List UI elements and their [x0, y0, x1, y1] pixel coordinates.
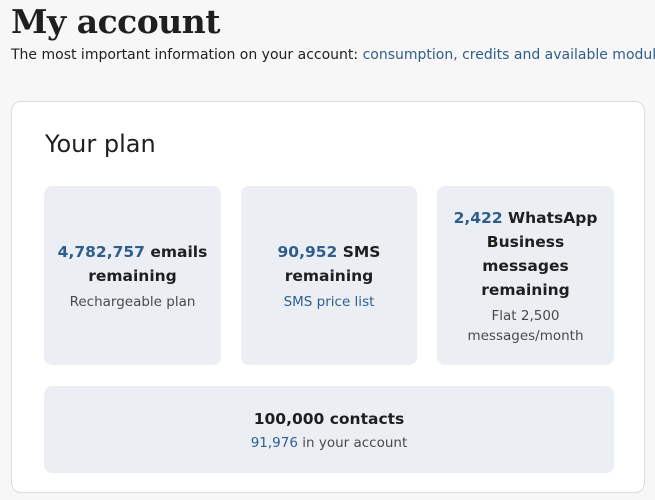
emails-plan-type: Rechargeable plan — [69, 293, 196, 310]
whatsapp-plan-type: Flat 2,500 messages/month — [467, 307, 584, 344]
sms-tile: 90,952 SMS remaining SMS price list — [241, 186, 417, 365]
contacts-limit: 100,000 contacts — [253, 409, 405, 428]
contacts-usage: 91,976 in your account — [251, 433, 408, 453]
sms-remaining: 90,952 SMS remaining — [253, 240, 405, 288]
account-info-link[interactable]: consumption, credits and available modul… — [363, 47, 655, 63]
whatsapp-tile: 2,422 WhatsApp Business messages remaini… — [437, 186, 614, 365]
page-title: My account — [11, 2, 221, 41]
contacts-count: 91,976 — [250, 434, 298, 451]
emails-count: 4,782,757 — [57, 242, 145, 261]
contacts-tile: 100,000 contacts 91,976 in your account — [44, 386, 614, 473]
subtitle-text: The most important information on your a… — [11, 47, 363, 63]
plan-title: Your plan — [45, 130, 156, 158]
page-subtitle: The most important information on your a… — [11, 45, 655, 65]
emails-tile: 4,782,757 emails remaining Rechargeable … — [44, 186, 221, 365]
emails-remaining: 4,782,757 emails remaining — [56, 240, 209, 288]
whatsapp-count: 2,422 — [453, 208, 503, 227]
plan-card: Your plan 4,782,757 emails remaining Rec… — [11, 101, 645, 493]
sms-price-list-link[interactable]: SMS price list — [284, 292, 375, 312]
contacts-suffix: in your account — [297, 434, 408, 451]
account-info-link-label: consumption, credits and available modul… — [362, 47, 655, 63]
whatsapp-remaining: 2,422 WhatsApp Business messages remaini… — [449, 206, 602, 302]
sms-count: 90,952 — [277, 242, 338, 261]
